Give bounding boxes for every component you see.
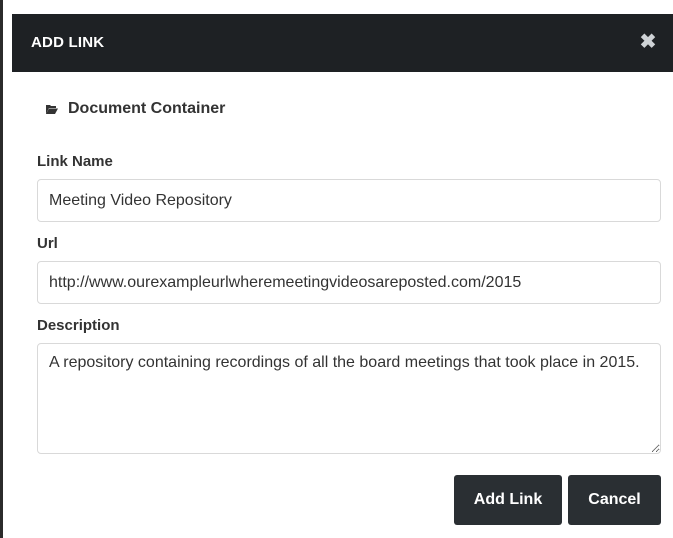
document-container-row: Document Container [46,99,225,119]
url-input[interactable] [37,261,661,304]
document-container-label: Document Container [68,100,226,117]
add-link-button[interactable]: Add Link [454,475,562,525]
dialog-title: ADD LINK [31,34,105,51]
page: ADD LINK ✖ Document Container Link Name … [0,0,673,538]
close-icon[interactable]: ✖ [637,31,659,53]
background-edge [0,0,3,538]
url-label: Url [37,235,58,252]
dialog-header: ADD LINK ✖ [12,14,673,72]
link-name-input[interactable] [37,179,661,222]
cancel-button[interactable]: Cancel [568,475,661,525]
folder-open-icon [46,105,58,114]
description-label: Description [37,317,120,334]
link-name-label: Link Name [37,153,113,170]
add-link-dialog: ADD LINK ✖ Document Container Link Name … [12,14,673,538]
description-textarea[interactable]: A repository containing recordings of al… [37,343,661,454]
